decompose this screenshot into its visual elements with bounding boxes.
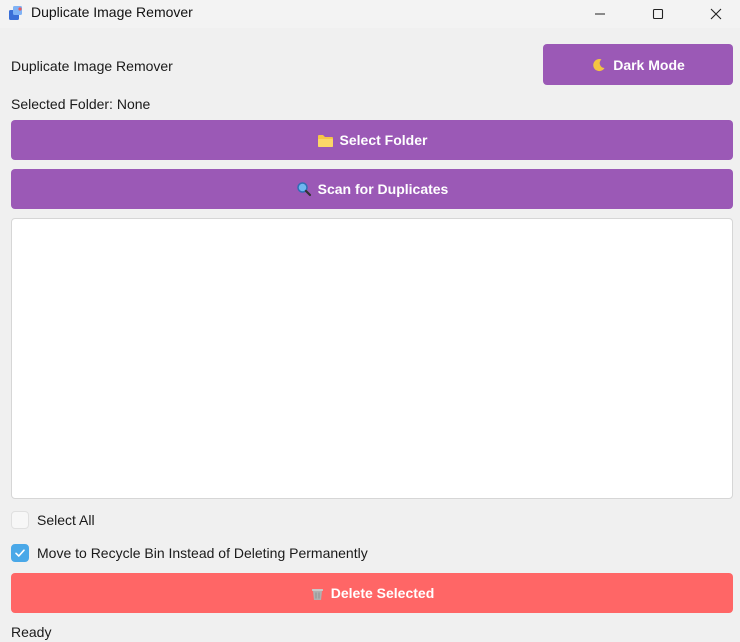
selected-folder-label: Selected Folder: None	[11, 96, 151, 112]
close-icon	[710, 8, 722, 20]
recycle-bin-checkbox[interactable]: Move to Recycle Bin Instead of Deleting …	[11, 544, 368, 562]
dark-mode-button[interactable]: Dark Mode	[543, 44, 733, 85]
select-folder-label: Select Folder	[339, 132, 428, 148]
recycle-bin-box[interactable]	[11, 544, 29, 562]
duplicates-list[interactable]	[11, 218, 733, 499]
wastebasket-icon	[310, 586, 325, 601]
minimize-icon	[595, 13, 605, 15]
select-all-checkbox[interactable]: Select All	[11, 511, 95, 529]
folder-icon	[317, 133, 334, 148]
app-heading: Duplicate Image Remover	[11, 58, 173, 74]
title-bar: Duplicate Image Remover	[0, 0, 740, 28]
moon-icon	[591, 57, 607, 73]
select-all-box[interactable]	[11, 511, 29, 529]
delete-selected-button[interactable]: Delete Selected	[11, 573, 733, 613]
select-folder-button[interactable]: Select Folder	[11, 120, 733, 160]
minimize-button[interactable]	[576, 0, 624, 28]
select-all-label: Select All	[37, 512, 95, 528]
app-icon	[8, 5, 24, 21]
window-title: Duplicate Image Remover	[31, 4, 193, 20]
magnifier-icon	[296, 181, 312, 197]
close-button[interactable]	[692, 0, 740, 28]
delete-selected-label: Delete Selected	[330, 585, 435, 601]
checkmark-icon	[15, 549, 25, 557]
scan-duplicates-label: Scan for Duplicates	[317, 181, 449, 197]
status-text: Ready	[11, 624, 52, 640]
dark-mode-label: Dark Mode	[613, 56, 685, 73]
maximize-button[interactable]	[634, 0, 682, 28]
maximize-icon	[652, 8, 664, 20]
scan-duplicates-button[interactable]: Scan for Duplicates	[11, 169, 733, 209]
recycle-bin-label: Move to Recycle Bin Instead of Deleting …	[37, 545, 368, 561]
